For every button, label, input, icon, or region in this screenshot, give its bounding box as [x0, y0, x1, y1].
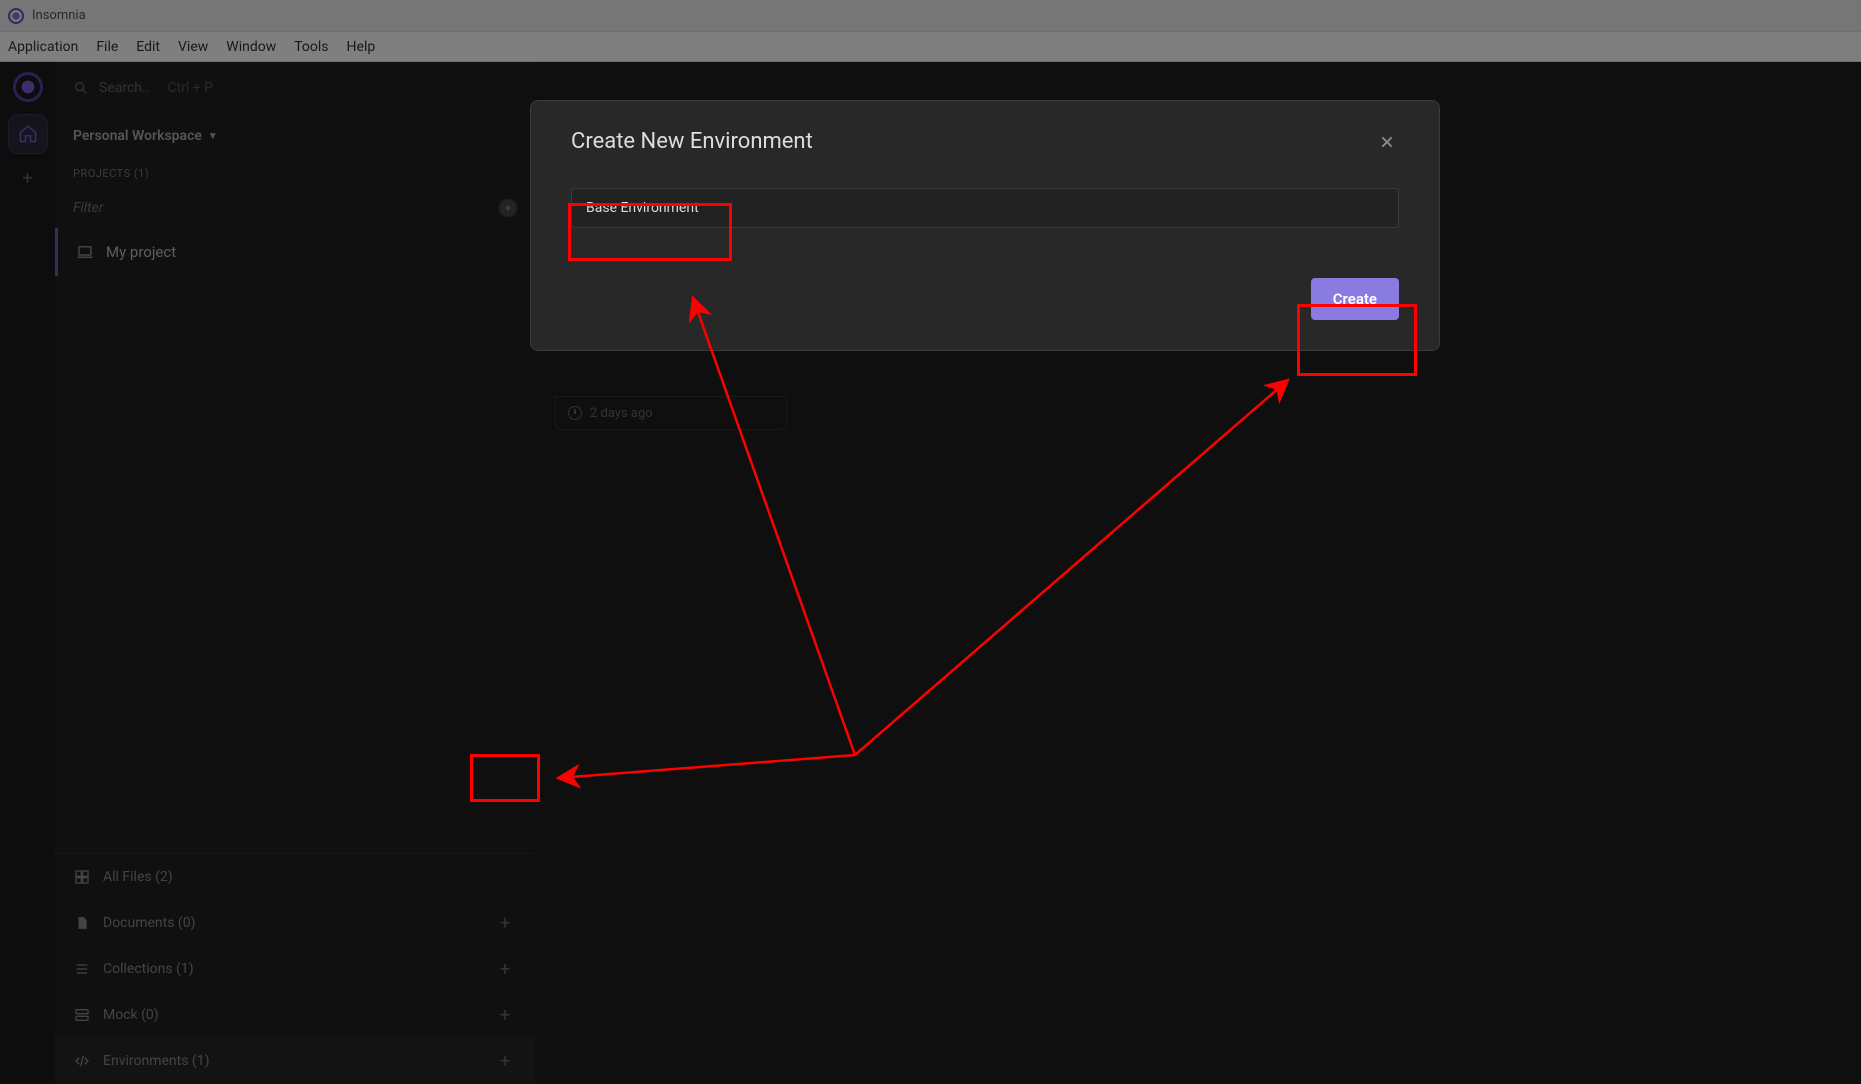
workspace-selector[interactable]: Personal Workspace ▼	[55, 114, 535, 158]
project-filter-input[interactable]	[73, 200, 491, 216]
clock-icon	[568, 406, 582, 420]
category-mock[interactable]: Mock (0) +	[55, 992, 535, 1038]
rail-add-button[interactable]: +	[16, 166, 40, 190]
project-filter-row: +	[55, 188, 535, 228]
menu-bar: Application File Edit View Window Tools …	[0, 32, 1861, 62]
menu-application[interactable]: Application	[8, 39, 78, 55]
environment-name-input[interactable]	[571, 188, 1399, 228]
card-time-ago: 2 days ago	[590, 406, 653, 421]
add-document-button[interactable]: +	[493, 911, 517, 935]
project-item-label: My project	[106, 243, 176, 261]
category-label: Collections (1)	[103, 961, 194, 977]
create-button[interactable]: Create	[1311, 278, 1399, 320]
add-project-button[interactable]: +	[499, 199, 517, 217]
menu-window[interactable]: Window	[226, 39, 276, 55]
sidebar: Search.. Ctrl + P Personal Workspace ▼ P…	[55, 62, 535, 1084]
file-card-footer[interactable]: 2 days ago	[555, 396, 787, 430]
category-collections[interactable]: Collections (1) +	[55, 946, 535, 992]
app-logo-icon	[8, 8, 24, 24]
window-title: Insomnia	[32, 8, 86, 23]
category-label: All Files (2)	[103, 869, 173, 885]
home-button[interactable]	[8, 114, 48, 154]
menu-file[interactable]: File	[96, 39, 118, 55]
create-environment-modal: Create New Environment Create	[530, 100, 1440, 351]
add-mock-button[interactable]: +	[493, 1003, 517, 1027]
add-collection-button[interactable]: +	[493, 957, 517, 981]
menu-help[interactable]: Help	[347, 39, 376, 55]
category-label: Environments (1)	[103, 1053, 209, 1069]
search-icon	[73, 80, 89, 96]
sidebar-project-item[interactable]: My project	[55, 228, 535, 276]
modal-title: Create New Environment	[571, 129, 813, 154]
search-shortcut-hint: Ctrl + P	[167, 80, 213, 96]
menu-tools[interactable]: Tools	[294, 39, 328, 55]
menu-edit[interactable]: Edit	[136, 39, 160, 55]
grid-icon	[73, 868, 91, 886]
category-label: Mock (0)	[103, 1007, 159, 1023]
category-label: Documents (0)	[103, 915, 195, 931]
search-bar[interactable]: Search.. Ctrl + P	[55, 62, 535, 114]
code-icon	[73, 1052, 91, 1070]
workspace-name: Personal Workspace	[73, 128, 202, 144]
category-documents[interactable]: Documents (0) +	[55, 900, 535, 946]
laptop-icon	[76, 243, 94, 261]
close-icon	[1379, 134, 1395, 150]
category-list: All Files (2) Documents (0) + Collection…	[55, 853, 535, 1084]
category-environments[interactable]: Environments (1) +	[55, 1038, 535, 1084]
list-icon	[73, 960, 91, 978]
projects-header: PROJECTS (1)	[55, 158, 535, 188]
menu-view[interactable]: View	[178, 39, 208, 55]
category-all-files[interactable]: All Files (2)	[55, 854, 535, 900]
server-icon	[73, 1006, 91, 1024]
close-button[interactable]	[1375, 130, 1399, 154]
add-environment-button[interactable]: +	[493, 1049, 517, 1073]
chevron-down-icon: ▼	[208, 131, 218, 142]
search-placeholder: Search..	[99, 80, 149, 96]
nav-rail: +	[0, 62, 55, 1084]
insomnia-logo-icon	[13, 72, 43, 102]
window-title-bar: Insomnia	[0, 0, 1861, 32]
file-icon	[73, 914, 91, 932]
home-icon	[18, 124, 38, 144]
